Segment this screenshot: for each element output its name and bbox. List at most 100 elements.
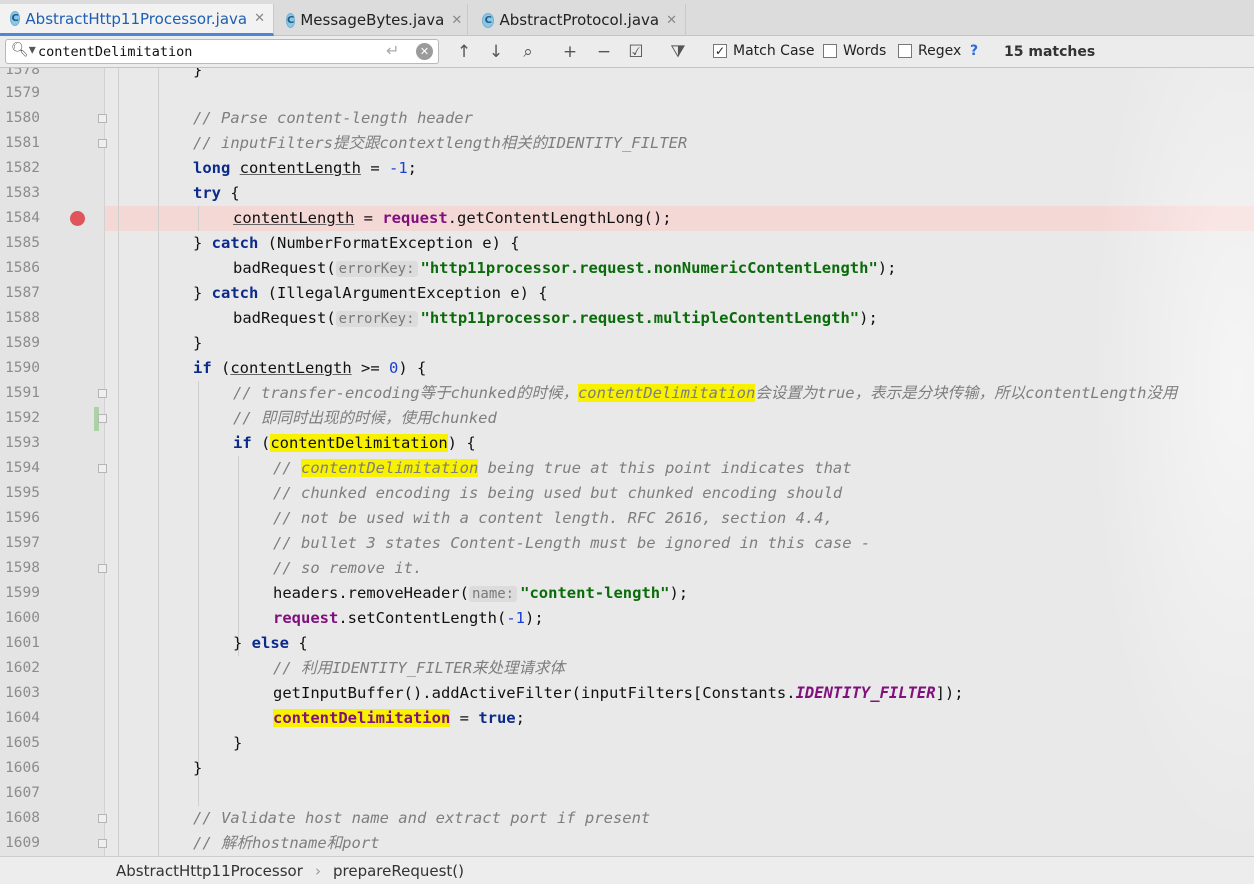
code-line: // Validate host name and extract port i… — [193, 809, 651, 827]
line-number: 1591 — [5, 385, 40, 401]
search-history-icon[interactable]: 🔍︎▾ — [11, 42, 36, 58]
fold-marker-icon[interactable] — [98, 114, 107, 123]
search-match: contentDelimitation — [301, 459, 479, 477]
checkbox-checked-icon: ✓ — [713, 44, 727, 58]
code-line: } — [233, 734, 243, 752]
java-class-icon: C — [10, 11, 21, 26]
line-number: 1601 — [5, 635, 40, 651]
words-label: Words — [843, 43, 887, 59]
new-line-icon[interactable]: ↵ — [386, 41, 399, 60]
code-line: } catch (NumberFormatException e) { — [193, 234, 520, 252]
indent-guide — [158, 68, 159, 856]
line-number: 1602 — [5, 660, 40, 676]
parameter-hint: errorKey: — [335, 261, 418, 277]
line-number: 1579 — [5, 85, 40, 101]
code-editor[interactable]: 1578 1579 1580 1581 1582 1583 1584 1585 … — [0, 68, 1254, 856]
tab-abstracthttp11processor[interactable]: C AbstractHttp11Processor.java ✕ — [0, 4, 274, 36]
match-case-label: Match Case — [733, 43, 815, 59]
line-number: 1600 — [5, 610, 40, 626]
code-line: contentDelimitation = true; — [273, 709, 525, 727]
add-selection-icon[interactable]: + — [558, 40, 582, 64]
match-case-checkbox[interactable]: ✓ Match Case — [713, 43, 814, 59]
editor-tab-bar: C AbstractHttp11Processor.java ✕ C Messa… — [0, 0, 1254, 36]
code-line: headers.removeHeader(name: "content-lengt… — [273, 584, 689, 602]
java-class-icon: C — [286, 12, 296, 28]
fold-marker-icon[interactable] — [98, 139, 107, 148]
line-number: 1593 — [5, 435, 40, 451]
line-number: 1585 — [5, 235, 40, 251]
line-number: 1586 — [5, 260, 40, 276]
code-line: long contentLength = -1; — [193, 159, 418, 177]
search-match: contentDelimitation — [270, 434, 448, 452]
search-input[interactable] — [38, 42, 368, 61]
regex-help-link[interactable]: ? — [970, 43, 978, 59]
line-number: 1608 — [5, 810, 40, 826]
tab-abstractprotocol[interactable]: C AbstractProtocol.java ✕ — [472, 4, 686, 36]
line-number: 1581 — [5, 135, 40, 151]
search-match: contentDelimitation — [577, 384, 756, 402]
code-line: if (contentLength >= 0) { — [193, 359, 427, 377]
cat-wallpaper — [1090, 68, 1254, 856]
line-number: 1595 — [5, 485, 40, 501]
close-icon[interactable]: ✕ — [451, 13, 462, 28]
search-field: 🔍︎▾ ↵ ✕ — [5, 39, 439, 64]
indent-guide — [238, 456, 239, 656]
code-line: // not be used with a content length. RF… — [273, 509, 833, 527]
breadcrumb-class[interactable]: AbstractHttp11Processor — [116, 862, 303, 880]
fold-marker-icon[interactable] — [98, 389, 107, 398]
words-checkbox[interactable]: Words — [823, 43, 886, 59]
clear-search-icon[interactable]: ✕ — [416, 43, 433, 60]
next-occurrence-icon[interactable]: ↓ — [484, 40, 508, 64]
code-line: } — [193, 759, 203, 777]
fold-marker-icon[interactable] — [98, 464, 107, 473]
parameter-hint: errorKey: — [335, 311, 418, 327]
line-number: 1599 — [5, 585, 40, 601]
parameter-hint: name: — [468, 586, 518, 602]
breakpoint-icon[interactable] — [70, 211, 85, 226]
line-number: 1590 — [5, 360, 40, 376]
java-class-icon: C — [482, 12, 495, 28]
line-number: 1603 — [5, 685, 40, 701]
code-line: if (contentDelimitation) { — [233, 434, 476, 452]
checkbox-icon — [823, 44, 837, 58]
code-line: badRequest(errorKey: "http11processor.req… — [233, 259, 897, 277]
code-line: // bullet 3 states Content-Length must b… — [273, 534, 871, 552]
fold-marker-icon[interactable] — [98, 839, 107, 848]
line-number: 1584 — [5, 210, 40, 226]
breadcrumb-method[interactable]: prepareRequest() — [333, 862, 464, 880]
code-line: } catch (IllegalArgumentException e) { — [193, 284, 548, 302]
code-line: // chunked encoding is being used but ch… — [273, 484, 843, 502]
checkbox-icon — [898, 44, 912, 58]
line-number: 1583 — [5, 185, 40, 201]
close-icon[interactable]: ✕ — [666, 13, 677, 28]
previous-occurrence-icon[interactable]: ↑ — [452, 40, 476, 64]
line-number: 1604 — [5, 710, 40, 726]
regex-label: Regex — [918, 43, 962, 59]
code-line: // transfer-encoding等于chunked的时候，content… — [233, 384, 1178, 402]
line-number-gutter[interactable]: 1578 1579 1580 1581 1582 1583 1584 1585 … — [0, 68, 107, 856]
find-all-icon[interactable]: ⌕ — [516, 40, 540, 64]
search-match: contentDelimitation — [273, 709, 451, 727]
tab-label: AbstractHttp11Processor.java — [25, 9, 248, 28]
close-icon[interactable]: ✕ — [254, 11, 265, 26]
line-number: 1588 — [5, 310, 40, 326]
regex-checkbox[interactable]: Regex — [898, 43, 961, 59]
select-all-occurrences-icon[interactable]: ☑ — [624, 40, 648, 64]
line-number: 1606 — [5, 760, 40, 776]
fold-marker-icon[interactable] — [98, 564, 107, 573]
code-line: // 即同时出现的时候，使用chunked — [233, 409, 497, 427]
fold-marker-icon[interactable] — [98, 414, 107, 423]
filter-icon[interactable]: ⧩ — [666, 40, 690, 64]
tab-label: MessageBytes.java — [300, 11, 445, 29]
tab-messagebytes[interactable]: C MessageBytes.java ✕ — [276, 4, 468, 36]
code-line: // contentDelimitation being true at thi… — [273, 459, 852, 477]
code-line: try { — [193, 184, 240, 202]
line-number: 1607 — [5, 785, 40, 801]
indent-guide — [118, 68, 119, 856]
match-count: 15 matches — [1004, 44, 1096, 60]
line-number: 1597 — [5, 535, 40, 551]
unselect-occurrence-icon[interactable]: − — [592, 40, 616, 64]
line-number: 1587 — [5, 285, 40, 301]
code-line: getInputBuffer().addActiveFilter(inputFi… — [273, 684, 964, 702]
fold-marker-icon[interactable] — [98, 814, 107, 823]
